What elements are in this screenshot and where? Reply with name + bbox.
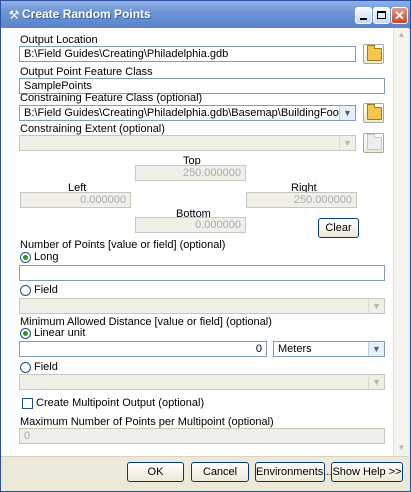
folder-open-icon (367, 45, 382, 61)
show-help-button[interactable]: Show Help >> (331, 462, 403, 482)
linear-unit-select[interactable]: Meters ▼ (273, 341, 385, 357)
maximize-button[interactable] (373, 7, 390, 24)
create-multipoint-label: Create Multipoint Output (optional) (36, 397, 205, 409)
radio-points-field-label: Field (34, 284, 58, 296)
tool-icon: ⚒ (8, 8, 20, 22)
folder-open-icon (367, 104, 382, 120)
dropdown-arrow-icon[interactable]: ▼ (339, 106, 355, 120)
extent-top-input: 250.000000 (135, 165, 246, 181)
clear-extent-button[interactable]: Clear (318, 218, 359, 238)
parameters-panel: Output Location B:\Field Guides\Creating… (1, 28, 393, 456)
extent-left-input: 0.000000 (20, 192, 131, 208)
dropdown-arrow-icon: ▼ (339, 136, 355, 150)
create-multipoint-checkbox[interactable] (22, 398, 33, 409)
environments-button[interactable]: Environments... (255, 462, 332, 482)
dropdown-arrow-icon[interactable]: ▼ (368, 342, 384, 356)
radio-linear-unit[interactable] (20, 328, 31, 339)
radio-distance-field[interactable] (20, 362, 31, 373)
radio-distance-field-label: Field (34, 361, 58, 373)
title-bar[interactable]: ⚒ Create Random Points ✕ (1, 1, 410, 29)
constraining-extent-label: Constraining Extent (optional) (20, 123, 165, 135)
linear-unit-value: Meters (278, 343, 312, 355)
browse-output-location-button[interactable] (363, 44, 384, 64)
extent-bottom-input: 0.000000 (135, 217, 246, 233)
constraining-extent-select: ▼ (19, 135, 356, 151)
folder-open-icon (367, 134, 382, 150)
output-feature-class-label: Output Point Feature Class (20, 66, 153, 78)
close-icon: ✕ (394, 8, 405, 23)
dropdown-arrow-icon: ▼ (368, 299, 384, 313)
constraining-feature-class-select[interactable]: B:\Field Guides\Creating\Philadelphia.gd… (19, 105, 356, 121)
ok-button[interactable]: OK (127, 462, 184, 482)
max-points-label: Maximum Number of Points per Multipoint … (20, 416, 274, 428)
output-location-label: Output Location (20, 34, 98, 46)
constraining-feature-class-value: B:\Field Guides\Creating\Philadelphia.gd… (24, 107, 356, 119)
distance-field-select: ▼ (19, 374, 385, 390)
scroll-down-icon[interactable]: ▼ (395, 441, 408, 455)
extent-right-input: 250.000000 (246, 192, 357, 208)
output-location-input[interactable]: B:\Field Guides\Creating\Philadelphia.gd… (19, 46, 356, 62)
browse-extent-button (363, 133, 384, 153)
window-title: Create Random Points (22, 7, 151, 21)
scroll-up-icon[interactable]: ▲ (395, 28, 408, 42)
radio-points-field[interactable] (20, 285, 31, 296)
points-field-select: ▼ (19, 298, 385, 314)
number-of-points-input[interactable] (19, 265, 385, 281)
vertical-scrollbar[interactable]: ▲ ▼ (393, 28, 409, 456)
linear-unit-value-input[interactable]: 0 (19, 341, 267, 357)
number-of-points-label: Number of Points [value or field] (optio… (20, 239, 226, 251)
constraining-feature-class-label: Constraining Feature Class (optional) (20, 92, 203, 104)
dropdown-arrow-icon: ▼ (368, 375, 384, 389)
max-points-input: 0 (19, 428, 385, 444)
browse-constraining-feature-class-button[interactable] (363, 103, 384, 123)
minimize-button[interactable] (355, 7, 372, 24)
cancel-button[interactable]: Cancel (191, 462, 249, 482)
dialog-footer: OK Cancel Environments... Show Help >> (1, 456, 409, 491)
radio-long[interactable] (20, 252, 31, 263)
close-button[interactable]: ✕ (391, 7, 408, 24)
radio-long-label: Long (34, 251, 59, 263)
radio-linear-unit-label: Linear unit (34, 327, 86, 339)
